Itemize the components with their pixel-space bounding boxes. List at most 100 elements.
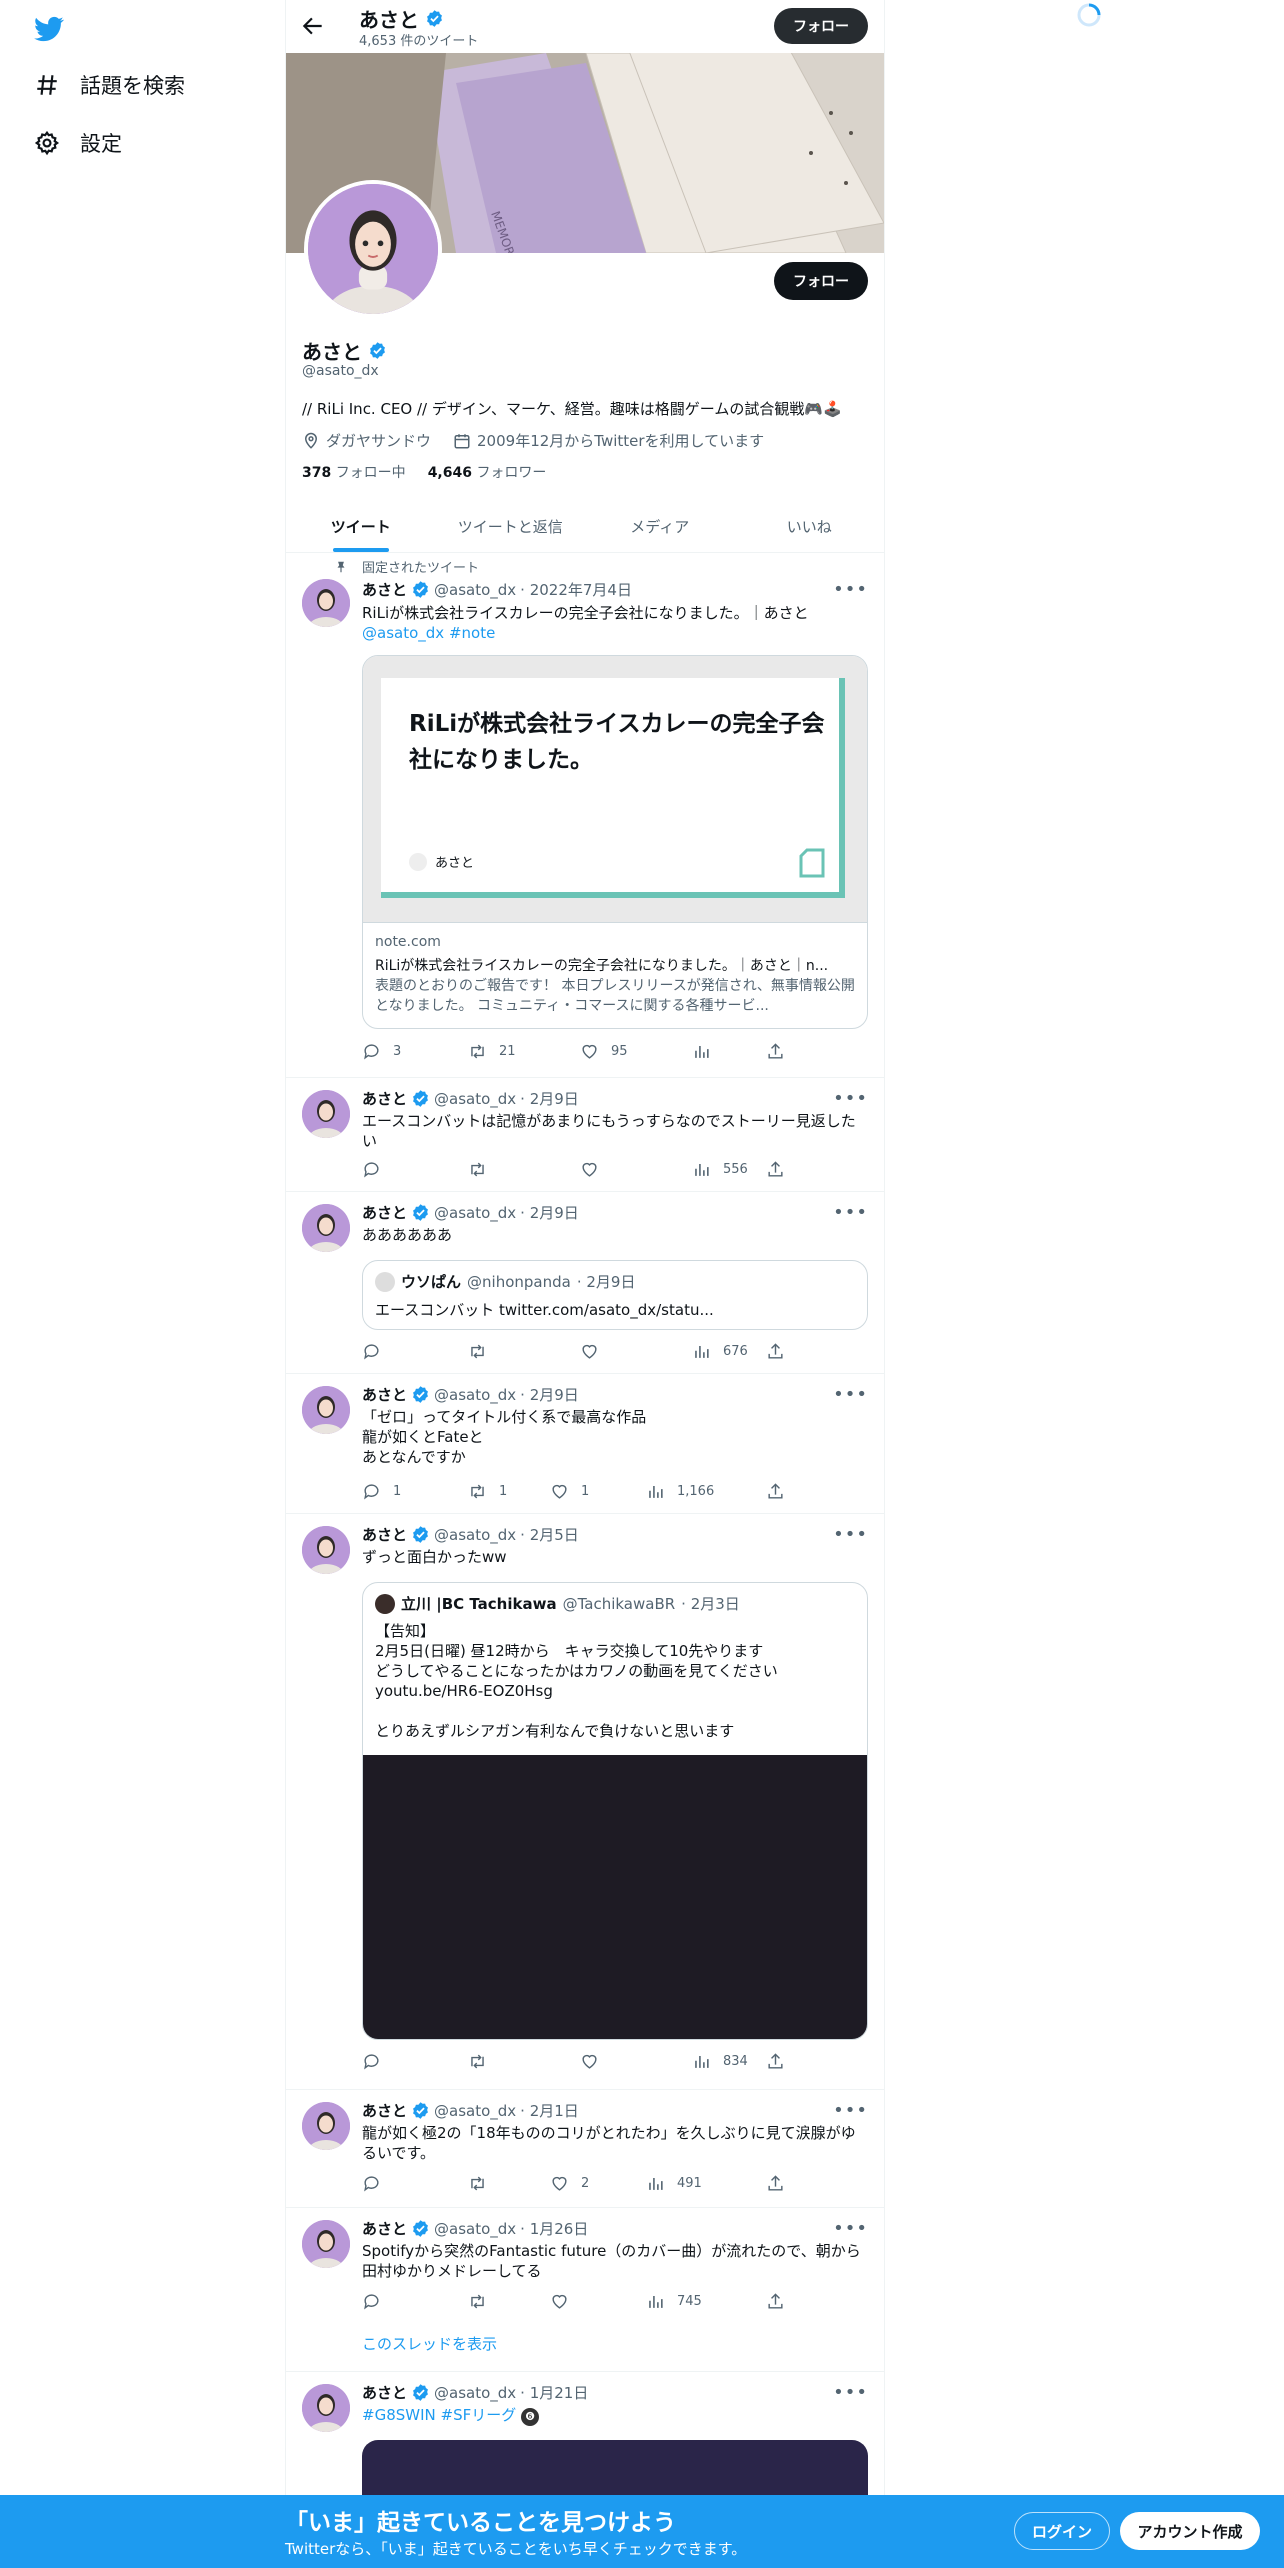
views-button[interactable]: 491: [646, 2174, 702, 2193]
like-button[interactable]: [580, 1342, 611, 1361]
tweet-avatar[interactable]: [302, 2220, 350, 2268]
link-card[interactable]: RiLiが株式会社ライスカレーの完全子会社になりました。 あさと note.co…: [362, 655, 868, 1029]
show-thread-link[interactable]: このスレッドを表示: [362, 2334, 870, 2354]
tweet-author-name[interactable]: あさと: [362, 1088, 407, 1109]
tweet-date[interactable]: · 1月21日: [520, 2382, 588, 2403]
tweet[interactable]: あさと @asato_dx · 2022年7月4日 ••• RiLiが株式会社ラ…: [286, 553, 884, 1078]
tweet-author-handle[interactable]: @asato_dx: [434, 1526, 516, 1544]
header-follow-button[interactable]: フォロー: [774, 8, 868, 44]
more-options-icon[interactable]: •••: [833, 1202, 868, 1223]
more-options-icon[interactable]: •••: [833, 1088, 868, 1109]
tab-tweets[interactable]: ツイート: [286, 500, 436, 552]
login-button[interactable]: ログイン: [1014, 2512, 1110, 2550]
retweet-button[interactable]: 21: [468, 1042, 516, 1061]
nav-settings[interactable]: 設定: [34, 128, 122, 158]
more-options-icon[interactable]: •••: [833, 579, 868, 600]
following-link[interactable]: 378 フォロー中: [302, 462, 406, 482]
views-button[interactable]: [692, 1042, 723, 1061]
tweet-author-name[interactable]: あさと: [362, 1202, 407, 1223]
more-options-icon[interactable]: •••: [833, 1524, 868, 1545]
tweet-date[interactable]: · 2月9日: [520, 1384, 579, 1405]
share-button[interactable]: [766, 2174, 785, 2193]
tweet-avatar[interactable]: [302, 2384, 350, 2432]
retweet-button[interactable]: 1: [468, 1482, 507, 1501]
tweet[interactable]: あさと @asato_dx · 2月9日 ••• 「ゼロ」ってタイトル付く系で最…: [286, 1374, 884, 1514]
profile-avatar[interactable]: [304, 180, 442, 318]
tweet[interactable]: あさと @asato_dx · 2月5日 ••• ずっと面白かったww 立川 |…: [286, 1514, 884, 2090]
reply-button[interactable]: [362, 1342, 393, 1361]
tweet-avatar[interactable]: [302, 579, 350, 627]
tweet[interactable]: あさと @asato_dx · 2月9日 ••• エースコンバットは記憶があまり…: [286, 1078, 884, 1192]
like-button[interactable]: [550, 2292, 581, 2311]
tab-media[interactable]: メディア: [585, 500, 735, 552]
tweet-author-handle[interactable]: @asato_dx: [434, 2102, 516, 2120]
tweet-date[interactable]: · 2022年7月4日: [520, 579, 632, 600]
tweet-author-handle[interactable]: @asato_dx: [434, 1386, 516, 1404]
tweet-date[interactable]: · 2月9日: [520, 1088, 579, 1109]
tweet-date[interactable]: · 2月9日: [520, 1202, 579, 1223]
nav-explore[interactable]: 話題を検索: [34, 70, 185, 100]
more-options-icon[interactable]: •••: [833, 2218, 868, 2239]
share-button[interactable]: [766, 1342, 785, 1361]
tweet-date[interactable]: · 1月26日: [520, 2218, 588, 2239]
share-button[interactable]: [766, 1160, 785, 1179]
tweet-avatar[interactable]: [302, 2102, 350, 2150]
tweet-author-name[interactable]: あさと: [362, 2218, 407, 2239]
retweet-button[interactable]: [468, 2174, 499, 2193]
reply-button[interactable]: [362, 1160, 393, 1179]
reply-button[interactable]: 1: [362, 1482, 401, 1501]
reply-button[interactable]: [362, 2292, 393, 2311]
tweet[interactable]: あさと @asato_dx · 1月26日 ••• Spotifyから突然のFa…: [286, 2208, 884, 2372]
more-options-icon[interactable]: •••: [833, 2382, 868, 2403]
like-button[interactable]: 1: [550, 1482, 589, 1501]
views-button[interactable]: 676: [692, 1342, 748, 1361]
quote-tweet[interactable]: ウソぱん @nihonpanda · 2月9日 エースコンバット twitter…: [362, 1260, 868, 1330]
tweet-date[interactable]: · 2月1日: [520, 2100, 579, 2121]
tweet-author-handle[interactable]: @asato_dx: [434, 1204, 516, 1222]
like-button[interactable]: [580, 1160, 611, 1179]
profile-follow-button[interactable]: フォロー: [774, 262, 868, 300]
retweet-button[interactable]: [468, 1160, 499, 1179]
tweet-hashtag-link[interactable]: #G8SWIN #SFリーグ: [362, 2406, 516, 2424]
quote-tweet[interactable]: 立川 |BC Tachikawa @TachikawaBR · 2月3日 【告知…: [362, 1582, 868, 2040]
followers-link[interactable]: 4,646 フォロワー: [428, 462, 547, 482]
tweet-avatar[interactable]: [302, 1204, 350, 1252]
reply-button[interactable]: [362, 2174, 393, 2193]
signup-button[interactable]: アカウント作成: [1120, 2512, 1260, 2550]
tab-likes[interactable]: いいね: [735, 500, 885, 552]
tweet-author-name[interactable]: あさと: [362, 2100, 407, 2121]
tweet-avatar[interactable]: [302, 1386, 350, 1434]
like-button[interactable]: [580, 2052, 611, 2071]
share-button[interactable]: [766, 1042, 785, 1061]
retweet-button[interactable]: [468, 2052, 499, 2071]
share-button[interactable]: [766, 1482, 785, 1501]
tweet-date[interactable]: · 2月5日: [520, 1524, 579, 1545]
twitter-logo-icon[interactable]: [32, 14, 66, 44]
tweet-mention-link[interactable]: @asato_dx: [362, 624, 444, 642]
more-options-icon[interactable]: •••: [833, 2100, 868, 2121]
tweet-author-handle[interactable]: @asato_dx: [434, 2220, 516, 2238]
tweet-hashtag-link[interactable]: #note: [449, 624, 495, 642]
tweet-author-name[interactable]: あさと: [362, 1384, 407, 1405]
like-button[interactable]: 2: [550, 2174, 589, 2193]
tweet-author-name[interactable]: あさと: [362, 2382, 407, 2403]
share-button[interactable]: [766, 2052, 785, 2071]
tweet-author-handle[interactable]: @asato_dx: [434, 1090, 516, 1108]
reply-button[interactable]: [362, 2052, 393, 2071]
tweet-author-name[interactable]: あさと: [362, 1524, 407, 1545]
share-button[interactable]: [766, 2292, 785, 2311]
retweet-button[interactable]: [468, 1342, 499, 1361]
views-button[interactable]: 1,166: [646, 1482, 714, 1501]
tweet-author-handle[interactable]: @asato_dx: [434, 2384, 516, 2402]
tweet-avatar[interactable]: [302, 1090, 350, 1138]
tweet-author-handle[interactable]: @asato_dx: [434, 581, 516, 599]
back-arrow-icon[interactable]: [300, 13, 326, 39]
views-button[interactable]: 745: [646, 2292, 702, 2311]
views-button[interactable]: 556: [692, 1160, 748, 1179]
reply-button[interactable]: 3: [362, 1042, 401, 1061]
retweet-button[interactable]: [468, 2292, 499, 2311]
tweet-author-name[interactable]: あさと: [362, 579, 407, 600]
tab-tweets-replies[interactable]: ツイートと返信: [436, 500, 586, 552]
tweet[interactable]: あさと @asato_dx · 2月1日 ••• 龍が如く極2の「18年もののコ…: [286, 2090, 884, 2208]
tweet[interactable]: あさと @asato_dx · 2月9日 ••• ああああああ ウソぱん @ni…: [286, 1192, 884, 1374]
